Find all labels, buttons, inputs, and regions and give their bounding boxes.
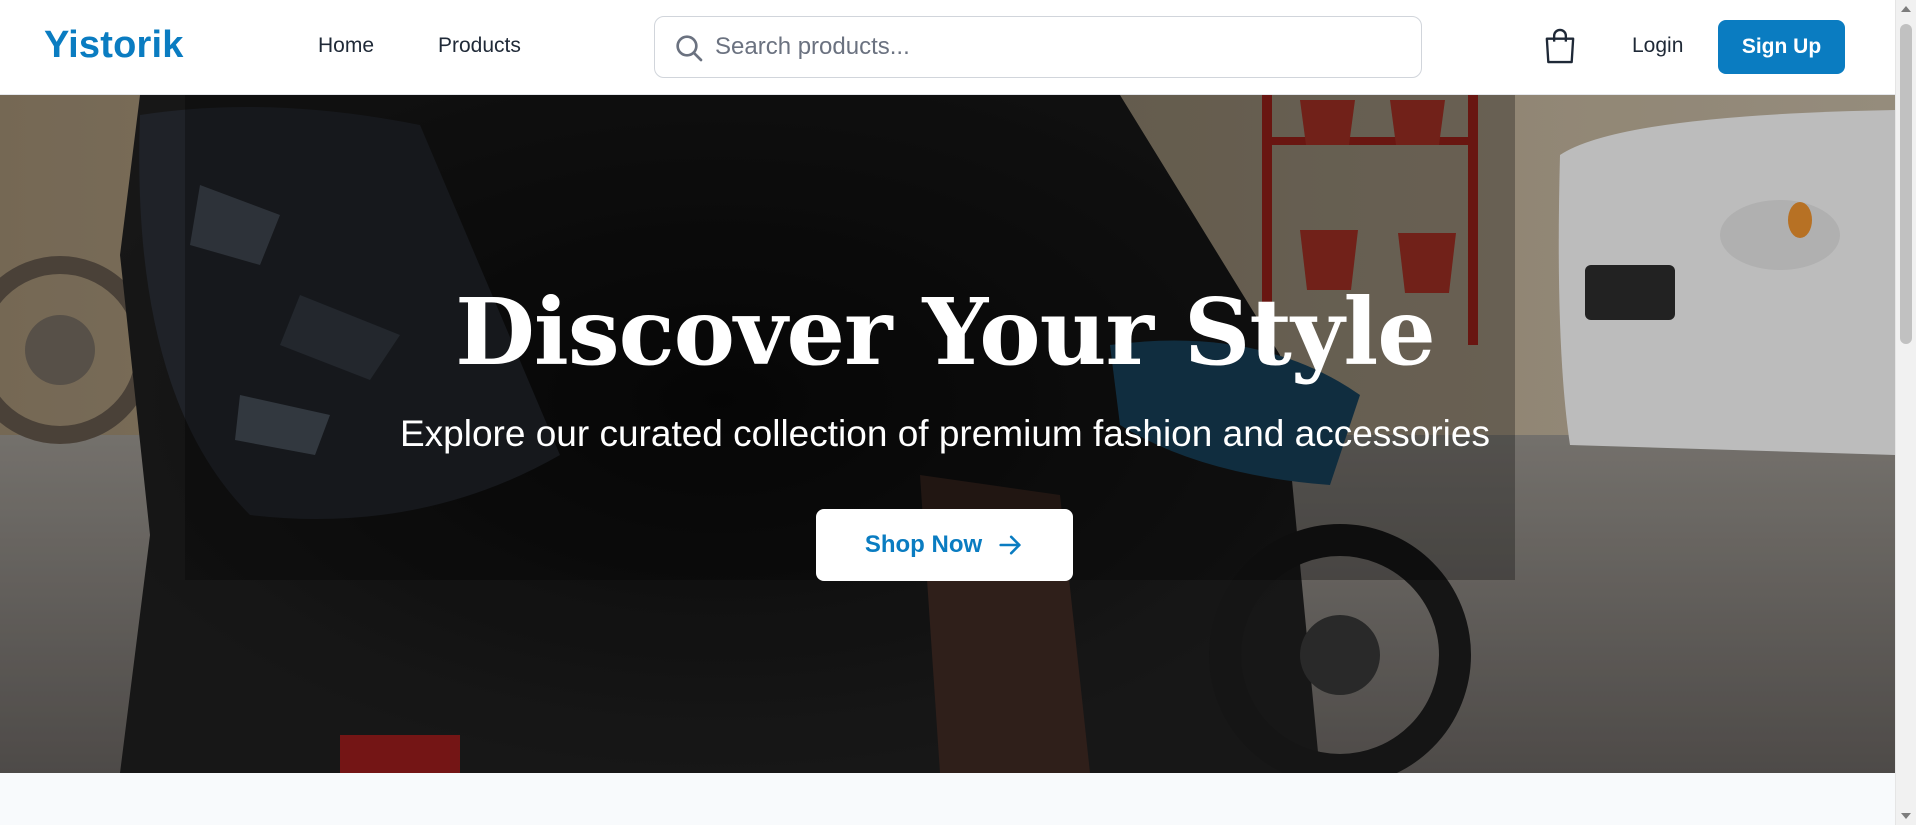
search-input[interactable]	[715, 17, 1405, 77]
nav-link-home[interactable]: Home	[318, 34, 374, 58]
shop-now-button[interactable]: Shop Now	[816, 509, 1073, 581]
content-area	[0, 773, 1895, 825]
login-link[interactable]: Login	[1632, 34, 1683, 58]
search-icon	[676, 35, 703, 62]
hero-subtitle: Explore our curated collection of premiu…	[399, 413, 1490, 454]
top-navbar: Yistorik Home Products Login Sign Up	[0, 0, 1895, 95]
shopping-bag-icon[interactable]	[1542, 27, 1578, 65]
shop-now-label: Shop Now	[864, 531, 983, 558]
page-scrollbar[interactable]	[1895, 0, 1916, 825]
hero-banner: Discover Your Style Explore our curated …	[0, 95, 1895, 773]
search-box[interactable]	[654, 16, 1422, 78]
scroll-down-icon[interactable]	[1901, 813, 1911, 819]
arrow-right-icon	[999, 535, 1021, 555]
scrollbar-thumb[interactable]	[1900, 24, 1912, 344]
site-logo[interactable]: Yistorik	[44, 24, 184, 67]
signup-button[interactable]: Sign Up	[1718, 20, 1845, 74]
scroll-up-icon[interactable]	[1901, 6, 1911, 12]
hero-title: Discover Your Style	[455, 278, 1436, 386]
nav-link-products[interactable]: Products	[438, 34, 521, 58]
